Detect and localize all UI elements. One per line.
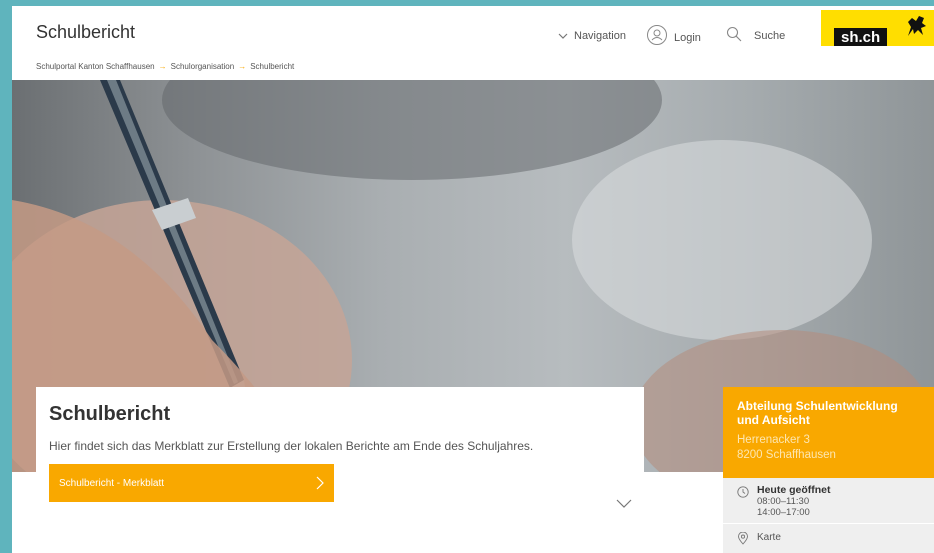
page-description: Hier findet sich das Merkblatt zur Erste… bbox=[49, 439, 534, 453]
breadcrumb: Schulportal Kanton Schaffhausen → Schulo… bbox=[36, 62, 294, 71]
breadcrumb-item-schulbericht[interactable]: Schulbericht bbox=[250, 62, 294, 71]
contact-address: Herrenacker 3 8200 Schaffhausen bbox=[737, 433, 920, 463]
login-button[interactable]: Login bbox=[646, 24, 701, 46]
merkblatt-button[interactable]: Schulbericht - Merkblatt bbox=[49, 464, 334, 502]
search-label: Suche bbox=[754, 30, 786, 42]
clock-icon bbox=[737, 486, 749, 498]
address-line-1: Herrenacker 3 bbox=[737, 434, 810, 446]
arrow-right-icon: → bbox=[238, 62, 247, 71]
opening-hours: Heute geöffnet 08:00–11:30 14:00–17:00 bbox=[723, 478, 934, 524]
contact-title: Abteilung Schulentwicklung und Aufsicht bbox=[737, 399, 898, 427]
header: Schulbericht Navigation Login Suche sh.c… bbox=[12, 6, 934, 66]
map-link[interactable]: Karte bbox=[723, 524, 934, 553]
navigation-label: Navigation bbox=[574, 30, 626, 42]
breadcrumb-item-schulorganisation[interactable]: Schulorganisation bbox=[171, 62, 235, 71]
ram-icon bbox=[908, 16, 926, 36]
map-label: Karte bbox=[757, 532, 781, 543]
site-title: Schulbericht bbox=[36, 22, 136, 42]
breadcrumb-item-schulportal[interactable]: Schulportal Kanton Schaffhausen bbox=[36, 62, 155, 71]
site-logo[interactable]: sh.ch bbox=[821, 10, 934, 46]
contact-header: Abteilung Schulentwicklung und Aufsicht … bbox=[723, 387, 934, 478]
page: Schulbericht Navigation Login Suche sh.c… bbox=[12, 6, 934, 553]
hours-afternoon: 14:00–17:00 bbox=[757, 507, 810, 518]
user-icon bbox=[647, 25, 667, 45]
search-icon bbox=[726, 26, 742, 42]
contact-sidebar: Abteilung Schulentwicklung und Aufsicht … bbox=[723, 387, 934, 553]
chevron-right-icon bbox=[316, 476, 324, 490]
page-title: Schulbericht bbox=[49, 403, 171, 425]
chevron-down-icon bbox=[558, 33, 568, 39]
navigation-button[interactable]: Navigation bbox=[558, 30, 626, 42]
login-label: Login bbox=[674, 32, 701, 44]
logo-text: sh.ch bbox=[834, 28, 888, 46]
location-pin-icon bbox=[738, 532, 748, 545]
intro-card: Schulbericht Hier findet sich das Merkbl… bbox=[36, 387, 644, 553]
address-line-2: 8200 Schaffhausen bbox=[737, 449, 836, 461]
arrow-right-icon: → bbox=[158, 62, 167, 71]
search-button[interactable]: Suche bbox=[726, 26, 785, 42]
merkblatt-button-label: Schulbericht - Merkblatt bbox=[59, 477, 165, 489]
open-today-label: Heute geöffnet bbox=[757, 484, 831, 496]
expand-chevron-icon[interactable] bbox=[616, 499, 632, 509]
hours-morning: 08:00–11:30 bbox=[757, 496, 810, 507]
